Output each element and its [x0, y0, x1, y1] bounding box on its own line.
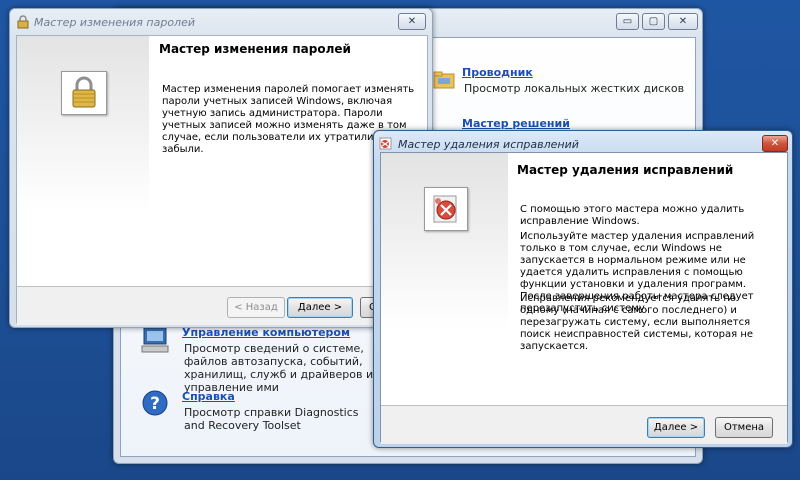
- password-wizard-window: Мастер изменения паролей ✕ Мастер измене…: [9, 8, 433, 328]
- close-icon: ✕: [770, 138, 780, 149]
- window-title: Мастер изменения паролей: [34, 16, 196, 29]
- back-button[interactable]: < Назад: [227, 297, 285, 318]
- close-icon: ✕: [407, 16, 417, 27]
- lock-icon: [61, 71, 107, 115]
- wizard-heading: Мастер изменения паролей: [159, 42, 351, 56]
- next-button[interactable]: Далее >: [287, 297, 353, 318]
- next-button[interactable]: Далее >: [647, 417, 705, 438]
- minimize-icon: ▭: [622, 16, 633, 27]
- hotfix-wizard-window: Мастер удаления исправлений ✕ Мастер уда…: [373, 130, 793, 448]
- explorer-folder-icon: [433, 71, 455, 89]
- wizard-paragraph-3: Исправления рекомендуется удалять по одн…: [520, 293, 754, 352]
- close-button[interactable]: ✕: [398, 13, 426, 30]
- solutions-wizard-link[interactable]: Мастер решений: [462, 117, 570, 130]
- cancel-button[interactable]: Отмена: [715, 417, 773, 438]
- wizard-heading: Мастер удаления исправлений: [517, 163, 734, 177]
- computer-management-desc: Просмотр сведений о системе, файлов авто…: [184, 342, 374, 394]
- lock-icon: [17, 15, 29, 29]
- help-icon: ?: [142, 390, 168, 416]
- svg-text:?: ?: [150, 394, 160, 414]
- uninstall-hotfix-icon: [433, 195, 457, 223]
- hotfix-icon: [424, 187, 468, 231]
- help-link[interactable]: Справка: [182, 390, 235, 403]
- help-desc: Просмотр справки Diagnostics and Recover…: [184, 406, 359, 432]
- padlock-icon: [72, 76, 96, 108]
- window-title: Мастер удаления исправлений: [398, 138, 579, 151]
- minimize-button[interactable]: ▭: [616, 13, 639, 30]
- close-button[interactable]: ✕: [668, 13, 698, 30]
- computer-management-icon: [141, 327, 169, 353]
- wizard-footer: < Назад Далее > От: [17, 286, 427, 325]
- hotfix-wizard-content: Мастер удаления исправлений С помощью эт…: [380, 152, 788, 444]
- explorer-link[interactable]: Проводник: [462, 66, 533, 79]
- wizard-paragraph-1: С помощью этого мастера можно удалить ис…: [520, 204, 745, 227]
- password-wizard-content: Мастер изменения паролей Мастер изменени…: [16, 35, 428, 325]
- wizard-footer: Далее > Отмена: [381, 405, 787, 444]
- close-icon: ✕: [678, 16, 688, 27]
- hotfix-icon: [379, 137, 392, 150]
- close-button[interactable]: ✕: [762, 135, 788, 152]
- explorer-desc: Просмотр локальных жестких дисков: [464, 82, 685, 95]
- maximize-button[interactable]: ▢: [642, 13, 665, 30]
- maximize-icon: ▢: [648, 16, 659, 27]
